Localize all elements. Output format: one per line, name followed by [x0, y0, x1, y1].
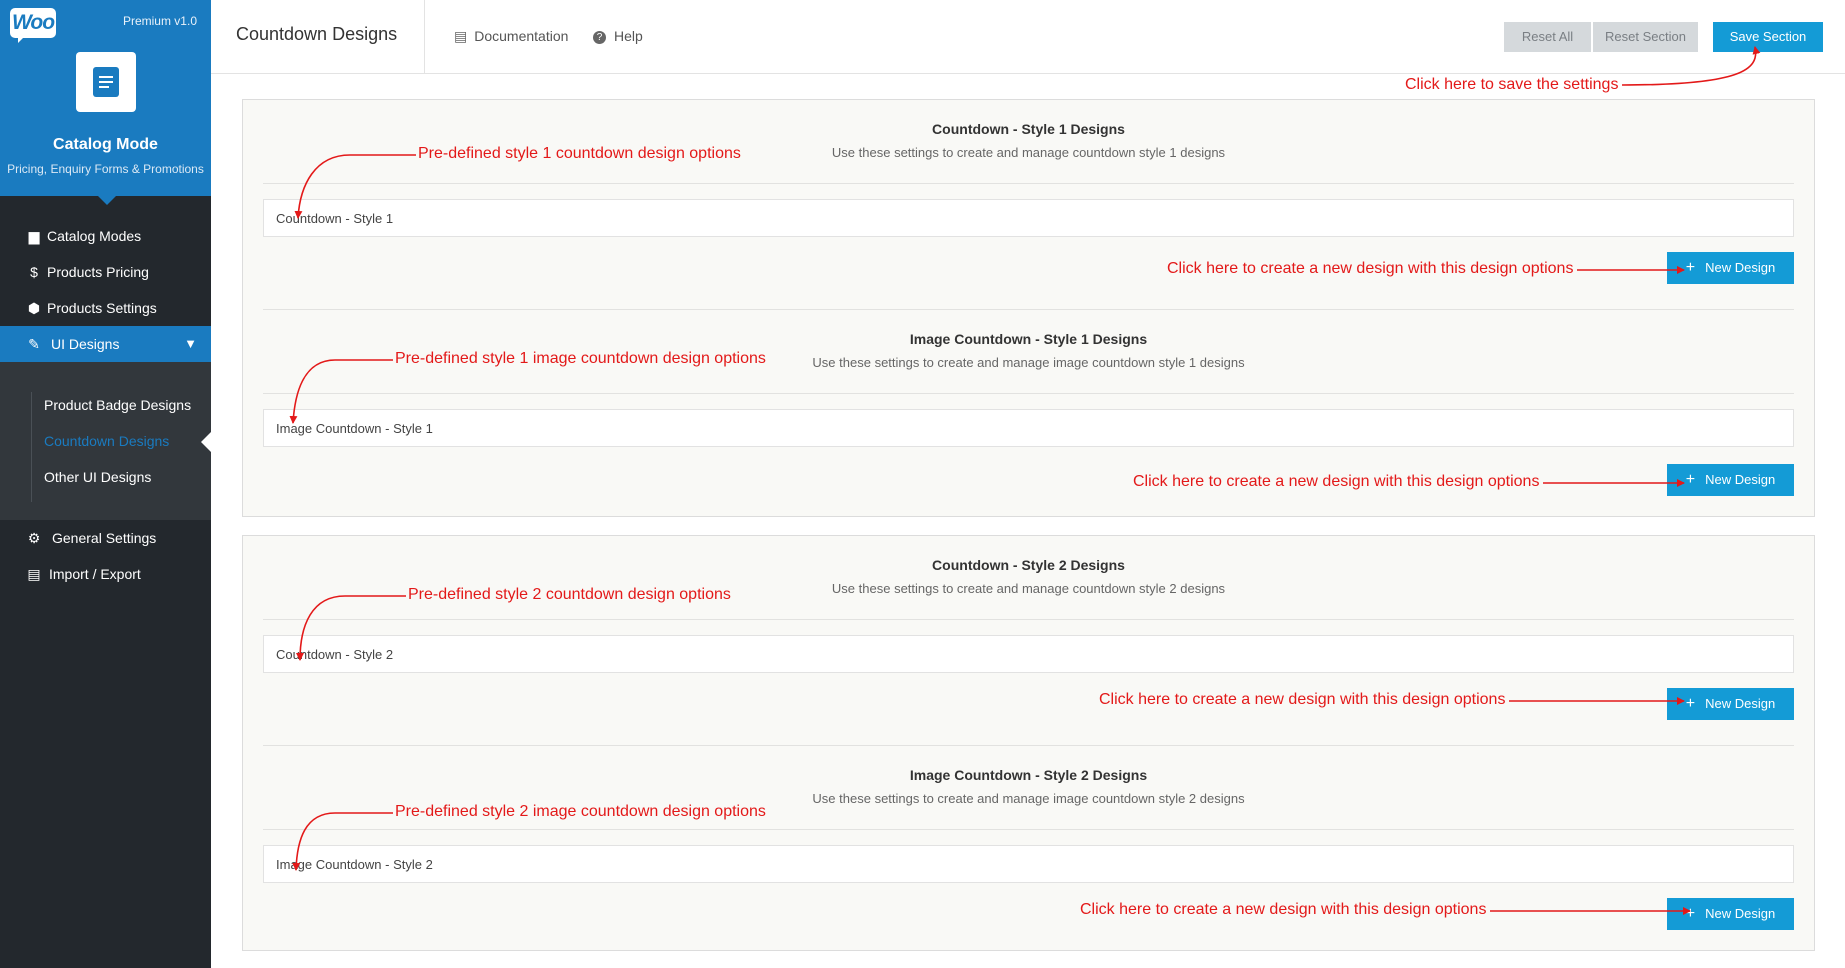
reset-section-button[interactable]: Reset Section — [1593, 22, 1698, 52]
new-design-button[interactable]: + New Design — [1667, 464, 1794, 496]
header-notch — [96, 194, 118, 205]
topbar-divider — [424, 0, 425, 73]
sub-product-badge-designs[interactable]: Product Badge Designs — [44, 390, 204, 420]
gears-icon: ⚙ — [27, 530, 41, 546]
page-title: Countdown Designs — [236, 24, 398, 44]
design-list-row[interactable]: Image Countdown - Style 2 — [263, 845, 1794, 883]
window-icon: ▤ — [27, 566, 41, 582]
nav-products-pricing[interactable]: $ Products Pricing — [0, 254, 211, 290]
sub-countdown-designs[interactable]: Countdown Designs — [44, 426, 204, 456]
divider — [263, 745, 1794, 746]
group-title: Image Countdown - Style 1 Designs — [909, 331, 1148, 347]
plus-icon: + — [1685, 905, 1696, 922]
submenu-line — [31, 392, 32, 502]
document-icon: ▤ — [454, 28, 468, 44]
catalog-book-icon — [76, 52, 136, 112]
design-list-row[interactable]: Countdown - Style 2 — [263, 635, 1794, 673]
woo-logo-tail — [18, 36, 25, 43]
divider — [263, 183, 1794, 184]
divider — [263, 393, 1794, 394]
plus-icon: + — [1685, 259, 1696, 276]
save-section-button[interactable]: Save Section — [1713, 22, 1823, 52]
nav-catalog-modes[interactable]: ▆ Catalog Modes — [0, 218, 211, 254]
annotation-create-3: Click here to create a new design with t… — [1099, 691, 1506, 708]
annotation-predefined-3: Pre-defined style 2 countdown design opt… — [408, 586, 731, 603]
nav-import-export[interactable]: ▤ Import / Export — [0, 556, 211, 592]
annotation-create-4: Click here to create a new design with t… — [1080, 901, 1487, 918]
new-design-button[interactable]: + New Design — [1667, 252, 1794, 284]
divider — [263, 309, 1794, 310]
annotation-predefined-4: Pre-defined style 2 image countdown desi… — [395, 803, 766, 820]
woo-logo: Woo — [10, 8, 56, 38]
topbar: Countdown Designs ▤ Documentation ? Help R… — [211, 0, 1845, 74]
annotation-save: Click here to save the settings — [1405, 76, 1619, 93]
question-icon: ? — [593, 31, 606, 44]
sidebar-header: Woo Premium v1.0 Catalog Mode Pricing, E… — [0, 0, 211, 196]
nav-ui-designs[interactable]: ✎ UI Designs ▼ — [0, 326, 211, 362]
active-pointer — [201, 432, 211, 452]
book-icon: ▆ — [28, 228, 40, 244]
design-list-row[interactable]: Countdown - Style 1 — [263, 199, 1794, 237]
new-design-button[interactable]: + New Design — [1667, 688, 1794, 720]
dollar-icon: $ — [30, 264, 38, 280]
chevron-down-icon: ▼ — [184, 336, 197, 351]
plugin-subtitle: Pricing, Enquiry Forms & Promotions — [7, 162, 204, 176]
nav-products-settings[interactable]: ⬢ Products Settings — [0, 290, 211, 326]
group-title: Countdown - Style 2 Designs — [932, 557, 1125, 573]
divider — [263, 619, 1794, 620]
plus-icon: + — [1685, 471, 1696, 488]
plus-icon: + — [1685, 695, 1696, 712]
sidebar: Woo Premium v1.0 Catalog Mode Pricing, E… — [0, 0, 211, 968]
nav-general-settings[interactable]: ⚙ General Settings — [0, 520, 211, 556]
divider — [263, 829, 1794, 830]
group-title: Countdown - Style 1 Designs — [932, 121, 1125, 137]
plugin-title: Catalog Mode — [53, 136, 158, 153]
annotation-predefined-1: Pre-defined style 1 countdown design opt… — [418, 145, 741, 162]
annotation-predefined-2: Pre-defined style 1 image countdown desi… — [395, 350, 766, 367]
version-label: Premium v1.0 — [122, 14, 197, 28]
annotation-create-2: Click here to create a new design with t… — [1133, 473, 1540, 490]
brush-icon: ✎ — [28, 336, 40, 352]
cube-icon: ⬢ — [27, 300, 41, 316]
new-design-button[interactable]: + New Design — [1667, 898, 1794, 930]
reset-all-button[interactable]: Reset All — [1504, 22, 1591, 52]
annotation-create-1: Click here to create a new design with t… — [1167, 260, 1574, 277]
design-list-row[interactable]: Image Countdown - Style 1 — [263, 409, 1794, 447]
documentation-link[interactable]: ▤ Documentation — [454, 28, 568, 45]
help-link[interactable]: ? Help — [593, 28, 643, 44]
group-title: Image Countdown - Style 2 Designs — [909, 767, 1148, 783]
sub-other-ui-designs[interactable]: Other UI Designs — [44, 462, 204, 492]
